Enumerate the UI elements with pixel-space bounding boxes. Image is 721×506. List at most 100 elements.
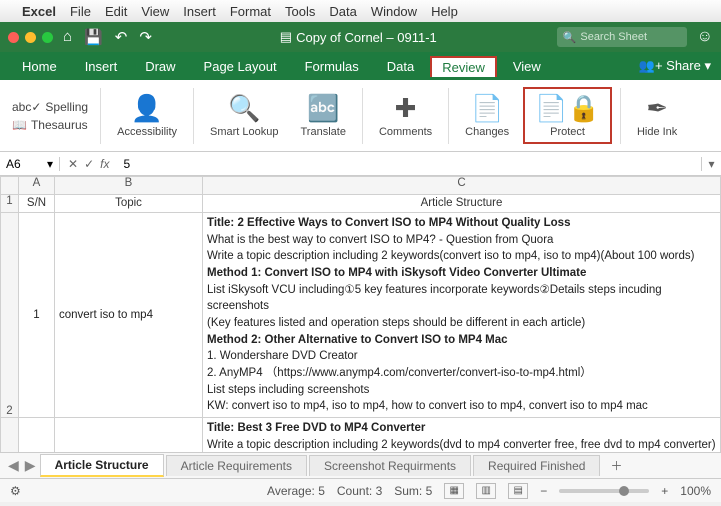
minimize-icon[interactable] bbox=[25, 32, 36, 43]
status-bar: ⚙ Average: 5 Count: 3 Sum: 5 ▦ ▥ ▤ − + 1… bbox=[0, 478, 721, 502]
formula-input[interactable]: 5 bbox=[117, 157, 701, 171]
spelling-icon: abc✓ bbox=[12, 100, 41, 114]
app-name[interactable]: Excel bbox=[22, 4, 56, 19]
accessibility-label: Accessibility bbox=[117, 126, 177, 138]
menu-data[interactable]: Data bbox=[329, 4, 356, 19]
select-all-corner[interactable] bbox=[1, 177, 19, 195]
tab-formulas[interactable]: Formulas bbox=[293, 55, 371, 78]
content-line: Method 1: Convert ISO to MP4 with iSkyso… bbox=[207, 265, 716, 282]
menu-help[interactable]: Help bbox=[431, 4, 458, 19]
col-header-a[interactable]: A bbox=[19, 177, 55, 195]
protect-button[interactable]: 📄🔒Protect bbox=[523, 87, 612, 144]
content-line: What is the best way to convert ISO to M… bbox=[207, 232, 716, 249]
sheet-tab-screenshot-requirements[interactable]: Screenshot Requirments bbox=[309, 455, 471, 476]
cell-header-topic[interactable]: Topic bbox=[55, 195, 203, 213]
comments-button[interactable]: ✚Comments bbox=[371, 91, 440, 140]
protect-icon: 📄🔒 bbox=[535, 93, 600, 124]
tab-review[interactable]: Review bbox=[430, 56, 497, 77]
save-icon[interactable]: 💾 bbox=[84, 28, 103, 46]
menu-insert[interactable]: Insert bbox=[183, 4, 216, 19]
close-icon[interactable] bbox=[8, 32, 19, 43]
fx-icon[interactable]: fx bbox=[100, 157, 109, 171]
cell-sn[interactable]: 1 bbox=[19, 213, 55, 418]
ink-icon: ✒ bbox=[646, 93, 668, 124]
tab-nav-next-icon[interactable]: ▶ bbox=[23, 457, 38, 474]
home-icon[interactable]: ⌂ bbox=[63, 28, 72, 46]
sheet-tab-required-finished[interactable]: Required Finished bbox=[473, 455, 600, 476]
row-header-1[interactable]: 1 bbox=[1, 195, 19, 213]
spelling-button[interactable]: abc✓Spelling bbox=[12, 100, 88, 114]
macos-menubar: Excel File Edit View Insert Format Tools… bbox=[0, 0, 721, 22]
search-placeholder: Search Sheet bbox=[580, 31, 647, 43]
tab-home[interactable]: Home bbox=[10, 55, 69, 78]
zoom-in-icon[interactable]: + bbox=[661, 484, 668, 498]
tab-insert[interactable]: Insert bbox=[73, 55, 130, 78]
cell-topic[interactable] bbox=[55, 418, 203, 452]
menu-window[interactable]: Window bbox=[371, 4, 417, 19]
view-pagebreak-icon[interactable]: ▤ bbox=[508, 483, 528, 499]
add-sheet-button[interactable]: ＋ bbox=[602, 457, 630, 474]
cancel-icon[interactable]: ✕ bbox=[68, 157, 78, 171]
menu-view[interactable]: View bbox=[141, 4, 169, 19]
sheet-tab-article-requirements[interactable]: Article Requirements bbox=[166, 455, 307, 476]
window-titlebar: ⌂ 💾 ↶ ↷ ▤ Copy of Cornel – 0911-1 🔍 Sear… bbox=[0, 22, 721, 52]
col-header-b[interactable]: B bbox=[55, 177, 203, 195]
customize-status-icon[interactable]: ⚙ bbox=[10, 484, 21, 498]
cell-sn[interactable] bbox=[19, 418, 55, 452]
zoom-out-icon[interactable]: − bbox=[540, 484, 547, 498]
comment-icon: ✚ bbox=[395, 93, 417, 124]
changes-button[interactable]: 📄Changes bbox=[457, 91, 517, 140]
menu-format[interactable]: Format bbox=[230, 4, 271, 19]
menu-edit[interactable]: Edit bbox=[105, 4, 127, 19]
thesaurus-label: Thesaurus bbox=[31, 118, 88, 132]
view-normal-icon[interactable]: ▦ bbox=[444, 483, 464, 499]
worksheet[interactable]: A B C 1 S/N Topic Article Structure 2 1 … bbox=[0, 176, 721, 452]
content-line: 1. Wondershare DVD Creator bbox=[207, 348, 716, 365]
tab-draw[interactable]: Draw bbox=[133, 55, 187, 78]
view-pagelayout-icon[interactable]: ▥ bbox=[476, 483, 496, 499]
redo-icon[interactable]: ↷ bbox=[139, 28, 152, 46]
thesaurus-button[interactable]: 📖Thesaurus bbox=[12, 118, 88, 132]
hide-ink-button[interactable]: ✒ Hide Ink bbox=[629, 91, 685, 140]
zoom-icon[interactable] bbox=[42, 32, 53, 43]
status-average: Average: 5 bbox=[267, 484, 325, 498]
menu-tools[interactable]: Tools bbox=[285, 4, 315, 19]
cell-topic[interactable]: convert iso to mp4 bbox=[55, 213, 203, 418]
undo-icon[interactable]: ↶ bbox=[115, 28, 128, 46]
translate-button[interactable]: 🔤Translate bbox=[293, 91, 354, 140]
zoom-slider[interactable] bbox=[559, 489, 649, 493]
menu-file[interactable]: File bbox=[70, 4, 91, 19]
cell-header-sn[interactable]: S/N bbox=[19, 195, 55, 213]
cell-header-structure[interactable]: Article Structure bbox=[203, 195, 721, 213]
smart-lookup-button[interactable]: 🔍Smart Lookup bbox=[202, 91, 286, 140]
tab-data[interactable]: Data bbox=[375, 55, 426, 78]
row-header-2[interactable]: 2 bbox=[1, 213, 19, 418]
content-line: List steps including screenshots bbox=[207, 382, 716, 399]
name-box[interactable]: A6▾ bbox=[0, 157, 60, 171]
sheet-tab-article-structure[interactable]: Article Structure bbox=[40, 454, 164, 477]
cell-structure[interactable]: Title: Best 3 Free DVD to MP4 ConverterW… bbox=[203, 418, 721, 452]
feedback-icon[interactable]: ☺ bbox=[697, 28, 713, 46]
accessibility-button[interactable]: 👤 Accessibility bbox=[109, 91, 185, 140]
formula-bar: A6▾ ✕ ✓ fx 5 ▾ bbox=[0, 152, 721, 176]
content-line: KW: convert iso to mp4, iso to mp4, how … bbox=[207, 398, 716, 415]
expand-formula-icon[interactable]: ▾ bbox=[701, 157, 721, 171]
tab-nav-prev-icon[interactable]: ◀ bbox=[6, 457, 21, 474]
enter-icon[interactable]: ✓ bbox=[84, 157, 94, 171]
status-sum: Sum: 5 bbox=[394, 484, 432, 498]
search-input[interactable]: 🔍 Search Sheet bbox=[557, 27, 687, 47]
content-line: Write a topic description including 2 ke… bbox=[207, 248, 716, 265]
col-header-c[interactable]: C bbox=[203, 177, 721, 195]
document-title-text: Copy of Cornel – 0911-1 bbox=[296, 30, 437, 45]
tab-view[interactable]: View bbox=[501, 55, 553, 78]
content-line: Write a topic description including 2 ke… bbox=[207, 437, 716, 452]
proofing-group: abc✓Spelling 📖Thesaurus bbox=[8, 98, 92, 134]
hide-ink-label: Hide Ink bbox=[637, 126, 677, 138]
accessibility-icon: 👤 bbox=[131, 93, 163, 124]
translate-label: Translate bbox=[301, 126, 346, 138]
share-button[interactable]: 👥+ Share ▾ bbox=[639, 58, 711, 74]
tab-pagelayout[interactable]: Page Layout bbox=[192, 55, 289, 78]
row-header-3[interactable] bbox=[1, 418, 19, 452]
cell-structure[interactable]: Title: 2 Effective Ways to Convert ISO t… bbox=[203, 213, 721, 418]
zoom-value[interactable]: 100% bbox=[680, 484, 711, 498]
